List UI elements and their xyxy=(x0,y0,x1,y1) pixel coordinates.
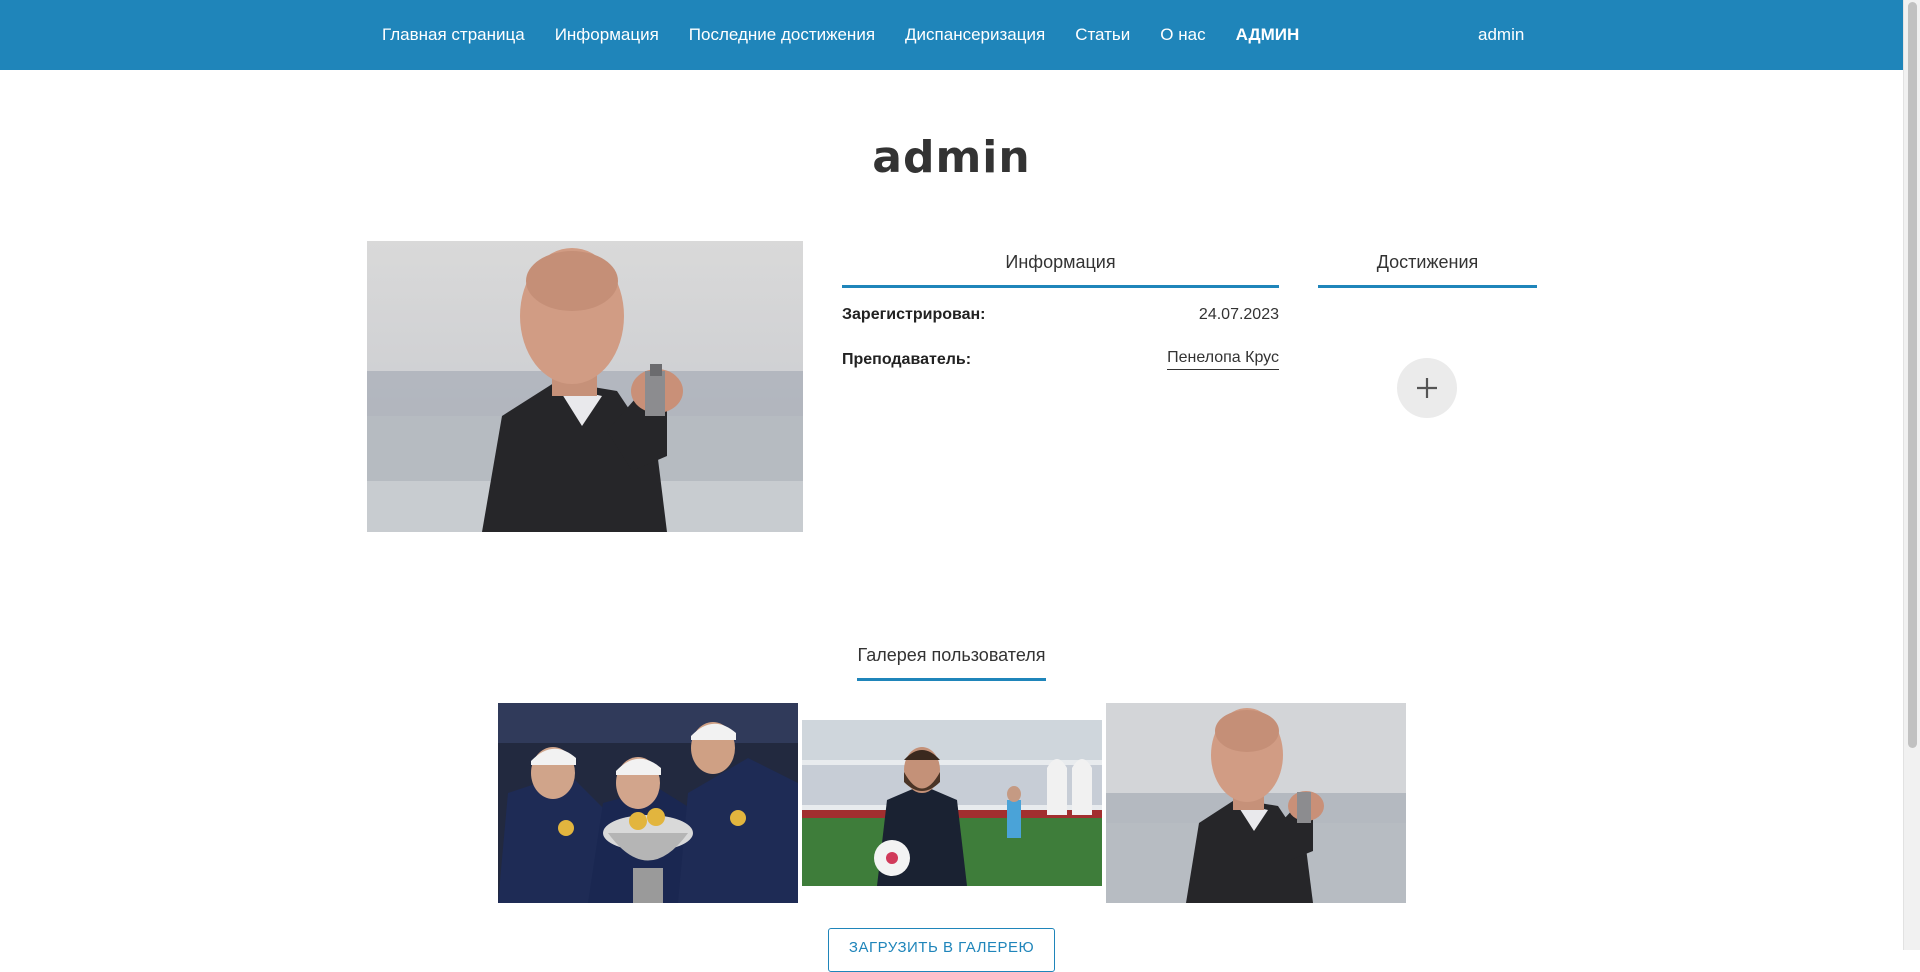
gallery-title: Галерея пользователя xyxy=(857,645,1046,681)
gallery-image-portrait[interactable] xyxy=(1106,703,1406,903)
scrollbar-thumb[interactable] xyxy=(1908,2,1917,748)
tab-achievements[interactable]: Достижения xyxy=(1318,252,1537,288)
add-achievement-button[interactable] xyxy=(1397,358,1457,418)
page-title: admin xyxy=(872,132,1031,183)
nav-item-about[interactable]: О нас xyxy=(1160,25,1205,45)
gallery-image-hockey[interactable] xyxy=(498,703,798,903)
nav-item-home[interactable]: Главная страница xyxy=(382,25,525,45)
gallery-image-football[interactable] xyxy=(802,720,1102,886)
nav-item-articles[interactable]: Статьи xyxy=(1075,25,1130,45)
nav-item-admin[interactable]: АДМИН xyxy=(1236,25,1300,45)
nav-menu: Главная страница Информация Последние до… xyxy=(382,0,1329,70)
plus-icon xyxy=(1417,378,1437,398)
page-scrollbar[interactable] xyxy=(1903,0,1920,950)
tab-info[interactable]: Информация xyxy=(842,252,1279,288)
nav-item-info[interactable]: Информация xyxy=(555,25,659,45)
registered-row: Зарегистрирован: 24.07.2023 xyxy=(842,306,1279,324)
upload-to-gallery-button[interactable]: ЗАГРУЗИТЬ В ГАЛЕРЕЮ xyxy=(828,928,1055,972)
top-navbar: Главная страница Информация Последние до… xyxy=(0,0,1903,70)
nav-item-medical[interactable]: Диспансеризация xyxy=(905,25,1045,45)
registered-label: Зарегистрирован: xyxy=(842,306,986,323)
teacher-label: Преподаватель: xyxy=(842,350,972,368)
profile-photo xyxy=(367,241,803,532)
teacher-row: Преподаватель: Пенелопа Крус xyxy=(842,349,1279,370)
registered-value: 24.07.2023 xyxy=(1198,306,1279,323)
nav-user-link[interactable]: admin xyxy=(1478,0,1524,70)
nav-item-achievements[interactable]: Последние достижения xyxy=(689,25,875,45)
teacher-link[interactable]: Пенелопа Крус xyxy=(1167,349,1279,370)
